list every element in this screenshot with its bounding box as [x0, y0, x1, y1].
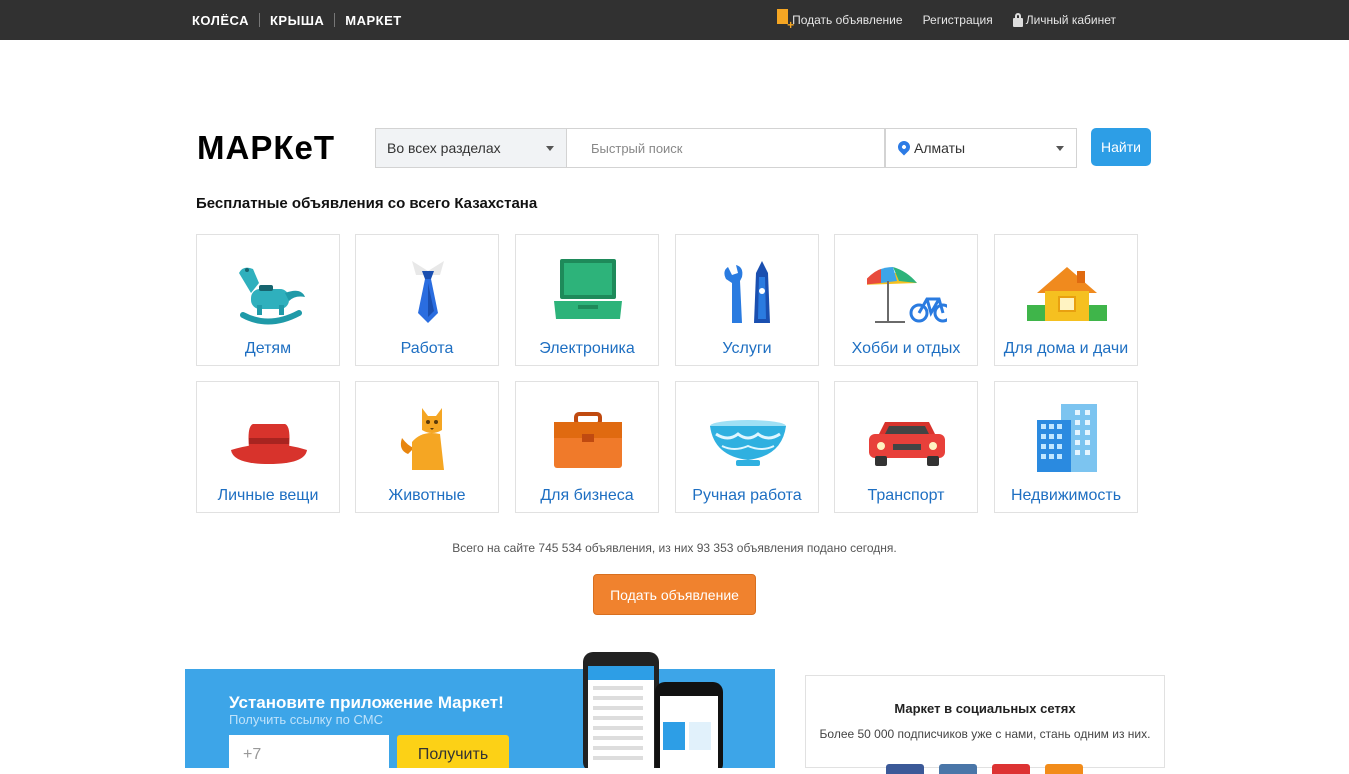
post-ad-label: Подать объявление	[792, 13, 903, 27]
social-title: Маркет в социальных сетях	[894, 701, 1076, 716]
app-banner-subtitle: Получить ссылку по СМС	[229, 712, 383, 727]
add-document-icon	[777, 8, 794, 32]
chevron-down-icon	[1056, 146, 1064, 151]
find-button[interactable]: Найти	[1091, 128, 1151, 166]
cabinet-label: Личный кабинет	[1025, 13, 1116, 27]
rocking-horse-icon	[239, 267, 305, 325]
buildings-icon	[1037, 404, 1097, 472]
laptop-icon	[554, 259, 622, 319]
cabinet-link[interactable]: Личный кабинет	[1012, 12, 1116, 27]
category-label: Личные вещи	[217, 487, 319, 504]
post-ad-link[interactable]: Подать объявление	[777, 8, 903, 32]
brand-divider	[259, 13, 260, 27]
category-hobby[interactable]: Хобби и отдых	[834, 234, 978, 366]
brand-divider	[334, 13, 336, 27]
category-label: Детям	[244, 340, 292, 357]
category-label: Хобби и отдых	[851, 340, 961, 357]
car-icon	[869, 422, 945, 466]
register-link[interactable]: Регистрация	[923, 13, 993, 27]
top-bar: КОЛЁСА КРЫША МАРКЕТ Подать объявление Ре…	[0, 0, 1349, 40]
tools-icon	[724, 261, 770, 323]
chevron-down-icon	[546, 146, 554, 151]
brand-krysha-link[interactable]: КРЫША	[270, 13, 324, 28]
brand-kolesa-link[interactable]: КОЛЁСА	[192, 13, 249, 28]
category-label: Услуги	[722, 340, 772, 357]
brand-links: КОЛЁСА КРЫША МАРКЕТ	[192, 0, 402, 40]
category-label: Ручная работа	[692, 487, 802, 504]
facebook-icon[interactable]	[886, 764, 924, 774]
category-label: Недвижимость	[1010, 487, 1122, 504]
social-subtitle: Более 50 000 подписчиков уже с нами, ста…	[819, 727, 1151, 741]
vk-icon[interactable]	[939, 764, 977, 774]
app-banner-title: Установите приложение Маркет!	[229, 693, 504, 712]
site-stats: Всего на сайте 745 534 объявления, из ни…	[452, 541, 897, 555]
phone-input[interactable]	[229, 735, 389, 768]
section-select[interactable]: Во всех разделах	[375, 128, 567, 168]
phones-image	[583, 652, 723, 768]
get-link-button[interactable]: Получить	[397, 735, 509, 768]
category-work[interactable]: Работа	[355, 234, 499, 366]
search-input[interactable]	[567, 128, 885, 168]
top-links: Подать объявление Регистрация Личный каб…	[777, 0, 1116, 40]
category-label: Транспорт	[867, 487, 945, 504]
category-home[interactable]: Для дома и дачи	[994, 234, 1138, 366]
city-select-value: Алматы	[914, 140, 966, 156]
location-pin-icon	[895, 138, 913, 156]
post-ad-button[interactable]: Подать объявление	[593, 574, 756, 615]
category-realty[interactable]: Недвижимость	[994, 381, 1138, 513]
category-label: Электроника	[539, 340, 635, 357]
category-electronics[interactable]: Электроника	[515, 234, 659, 366]
market-logo[interactable]: МАРКeТ	[197, 129, 335, 167]
category-label: Животные	[388, 487, 466, 504]
hat-icon	[231, 424, 307, 464]
youtube-icon[interactable]	[992, 764, 1030, 774]
section-select-value: Во всех разделах	[387, 140, 501, 156]
city-select[interactable]: Алматы	[885, 128, 1077, 168]
category-animals[interactable]: Животные	[355, 381, 499, 513]
briefcase-icon	[554, 412, 622, 468]
category-business[interactable]: Для бизнеса	[515, 381, 659, 513]
category-services[interactable]: Услуги	[675, 234, 819, 366]
category-transport[interactable]: Транспорт	[834, 381, 978, 513]
umbrella-bicycle-icon	[867, 267, 947, 323]
category-handmade[interactable]: Ручная работа	[675, 381, 819, 513]
odnoklassniki-icon[interactable]	[1045, 764, 1083, 774]
category-label: Работа	[400, 340, 454, 357]
brand-market-link[interactable]: МАРКЕТ	[345, 13, 401, 28]
tagline: Бесплатные объявления со всего Казахстан…	[196, 195, 538, 212]
category-personal[interactable]: Личные вещи	[196, 381, 340, 513]
category-label: Для дома и дачи	[1003, 340, 1129, 357]
bowl-icon	[710, 420, 786, 466]
category-children[interactable]: Детям	[196, 234, 340, 366]
lock-icon	[1012, 12, 1023, 27]
necktie-icon	[412, 261, 444, 323]
category-label: Для бизнеса	[540, 487, 634, 504]
social-box: Маркет в социальных сетях Более 50 000 п…	[805, 675, 1165, 774]
house-icon	[1027, 267, 1107, 321]
cat-icon	[400, 408, 444, 470]
